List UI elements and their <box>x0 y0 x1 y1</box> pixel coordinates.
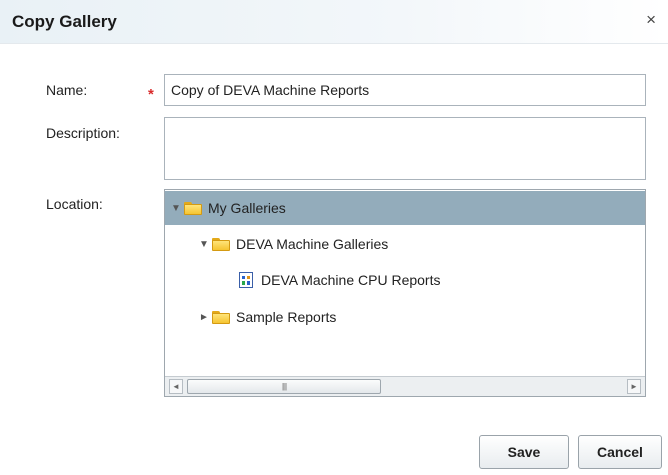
tree-item-label: My Galleries <box>208 200 286 216</box>
location-label: Location: <box>46 196 103 212</box>
tree-item-label: DEVA Machine Galleries <box>236 236 389 252</box>
scrollbar-thumb[interactable]: |||| <box>187 379 381 394</box>
grip-icon: |||| <box>281 382 287 391</box>
folder-icon <box>212 237 230 251</box>
description-input[interactable] <box>164 117 646 180</box>
name-input[interactable] <box>164 74 646 106</box>
close-icon[interactable]: × <box>646 10 656 30</box>
report-icon <box>239 272 253 288</box>
folder-icon <box>212 310 230 324</box>
expand-arrow-icon[interactable]: ▼ <box>171 203 183 214</box>
horizontal-scrollbar[interactable]: ◄ |||| ► <box>165 376 645 396</box>
tree-item-deva-machine-cpu-reports[interactable]: DEVA Machine CPU Reports <box>165 263 645 297</box>
required-marker: * <box>148 86 154 103</box>
tree-item-label: DEVA Machine CPU Reports <box>261 272 441 288</box>
tree-item-label: Sample Reports <box>236 309 337 325</box>
description-label: Description: <box>46 125 120 141</box>
collapse-arrow-icon[interactable]: ► <box>199 312 211 323</box>
scroll-right-icon[interactable]: ► <box>627 379 641 394</box>
expand-arrow-icon[interactable]: ▼ <box>199 239 211 250</box>
tree-item-deva-machine-galleries[interactable]: ▼ DEVA Machine Galleries <box>165 227 645 261</box>
folder-icon <box>184 201 202 215</box>
scroll-left-icon[interactable]: ◄ <box>169 379 183 394</box>
save-button[interactable]: Save <box>479 435 569 469</box>
tree-item-my-galleries[interactable]: ▼ My Galleries <box>165 191 645 225</box>
tree-item-sample-reports[interactable]: ► Sample Reports <box>165 300 645 334</box>
name-label: Name: <box>46 82 88 98</box>
cancel-button[interactable]: Cancel <box>578 435 662 469</box>
dialog-title-bar: Copy Gallery × <box>0 0 668 44</box>
location-tree[interactable]: ▼ My Galleries ▼ DEVA Machine Galleries … <box>164 189 646 397</box>
dialog-title: Copy Gallery <box>12 12 117 31</box>
